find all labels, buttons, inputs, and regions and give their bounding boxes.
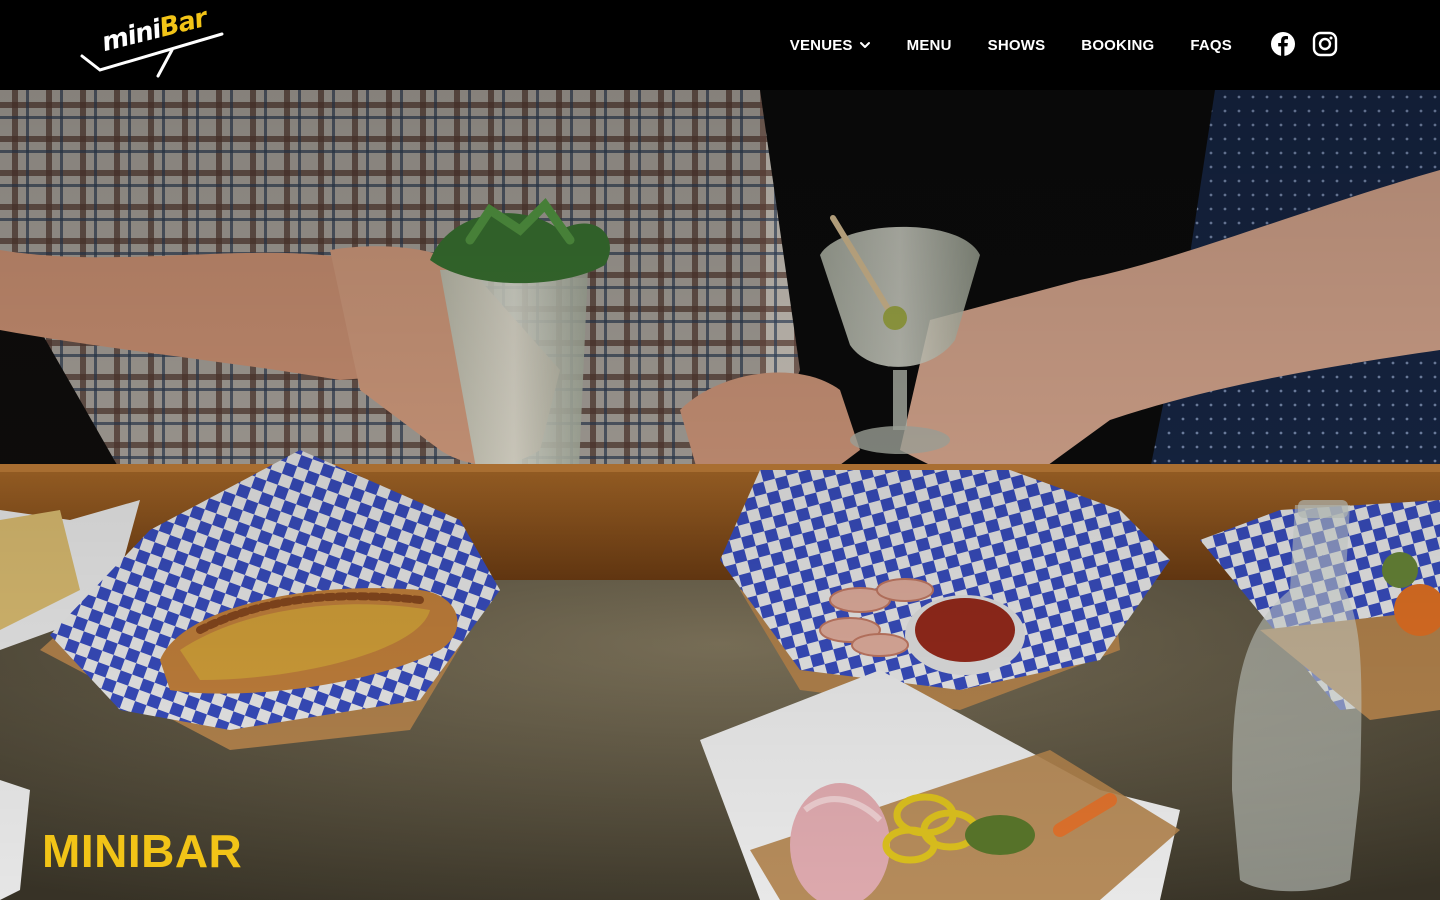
facebook-link[interactable] xyxy=(1270,31,1296,57)
nav-menu-label: MENU xyxy=(906,36,952,54)
nav-shows[interactable]: SHOWS xyxy=(988,37,1046,54)
nav-booking[interactable]: BOOKING xyxy=(1081,37,1154,54)
instagram-link[interactable] xyxy=(1312,31,1338,57)
main-nav: VENUES MENU SHOWS BOOKING FAQS xyxy=(790,0,1232,90)
nav-menu[interactable]: MENU xyxy=(907,37,952,54)
hero-section: MINIBAR xyxy=(0,90,1440,900)
nav-venues[interactable]: VENUES xyxy=(790,37,871,54)
social-links xyxy=(1270,31,1338,57)
instagram-icon xyxy=(1312,31,1338,57)
nav-venues-label: VENUES xyxy=(789,36,853,54)
nav-shows-label: SHOWS xyxy=(987,36,1046,54)
nav-faqs[interactable]: FAQS xyxy=(1190,37,1232,54)
nav-booking-label: BOOKING xyxy=(1081,36,1155,54)
nav-faqs-label: FAQS xyxy=(1190,36,1232,54)
chevron-down-icon xyxy=(859,42,870,48)
minibar-logo[interactable]: miniBar xyxy=(80,3,228,78)
hero-title: MINIBAR xyxy=(42,825,243,877)
facebook-icon xyxy=(1271,32,1295,56)
site-header: miniBar VENUES MENU SHOWS BOOKING FAQS xyxy=(0,0,1440,90)
hero-photo-bar-scene xyxy=(0,90,1440,900)
